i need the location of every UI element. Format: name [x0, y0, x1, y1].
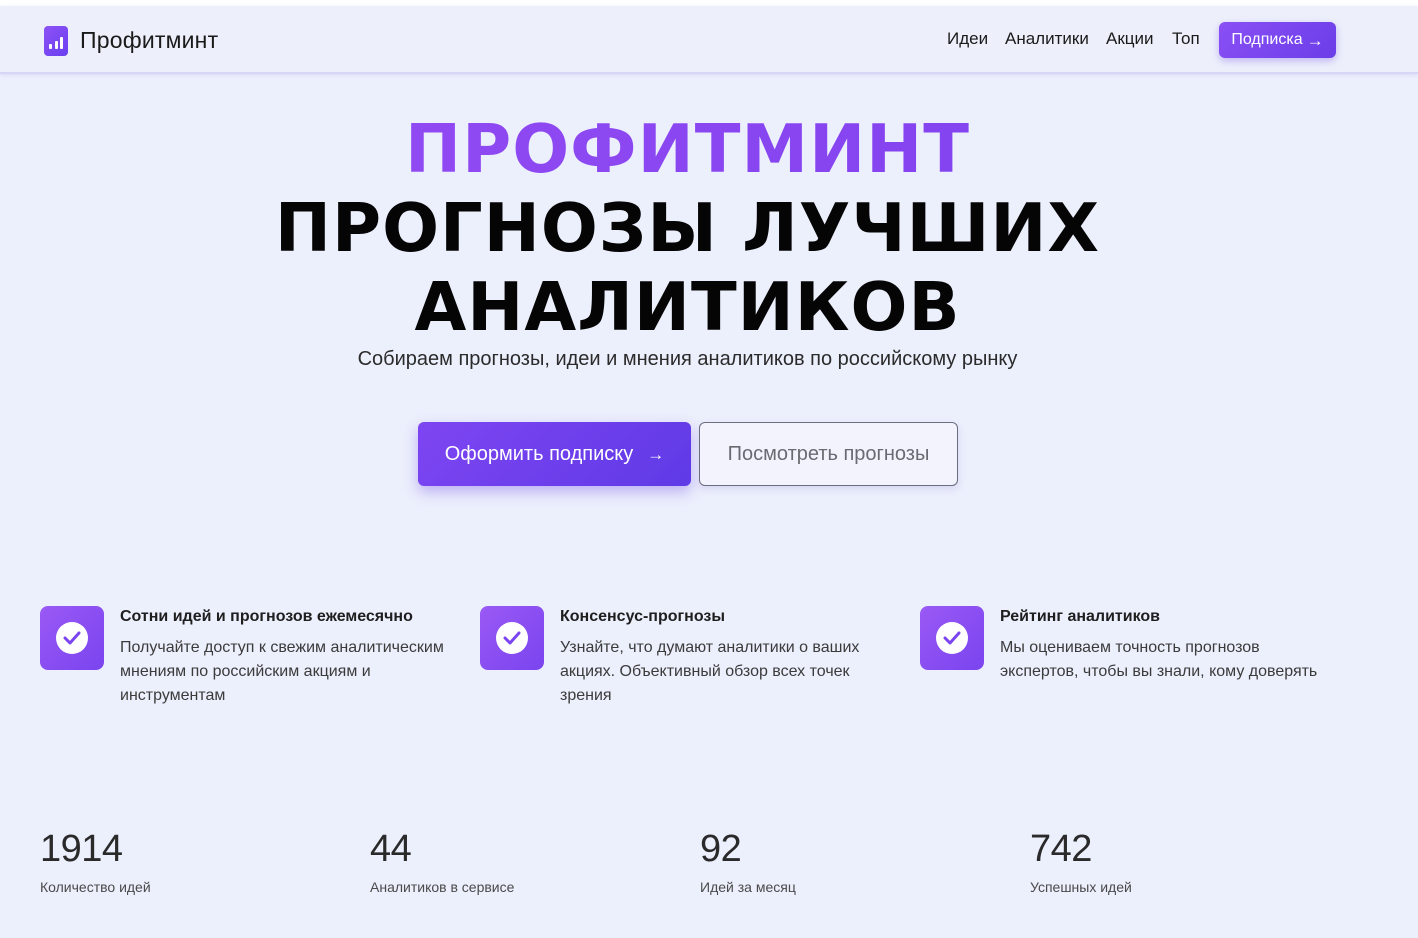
check-circle-icon [920, 606, 984, 670]
subscribe-cta-label: Оформить подписку [444, 442, 634, 465]
check-circle-icon [40, 606, 104, 670]
arrow-right-icon: → [647, 444, 665, 464]
stat-label: Количество идей [40, 879, 151, 895]
subscribe-cta-button[interactable]: Оформить подписку → [418, 422, 691, 486]
nav-link-analysts[interactable]: Аналитики [1005, 29, 1089, 49]
hero-headline-line-2: АНАЛИТИКОВ [414, 268, 961, 346]
subscribe-button-label: Подписка [1231, 31, 1303, 48]
feature-title: Сотни идей и прогнозов ежемесячно [120, 608, 413, 625]
check-mark [503, 631, 521, 645]
hero-headline-line-1: ПРОГНОЗЫ ЛУЧШИХ [274, 189, 1101, 267]
stat-label: Аналитиков в сервисе [370, 879, 515, 895]
logo-bar [60, 37, 63, 49]
check-circle-icon [480, 606, 544, 670]
stat-value: 92 [700, 828, 742, 870]
view-forecasts-button[interactable]: Посмотреть прогнозы [699, 422, 958, 486]
view-forecasts-label: Посмотреть прогнозы [727, 442, 930, 465]
stat-value: 1914 [40, 828, 123, 870]
stat-ideas-count: 1914 Количество идей [40, 828, 151, 895]
stat-successful-ideas: 742 Успешных идей [1030, 828, 1132, 895]
stat-label: Успешных идей [1030, 879, 1132, 895]
feature-description: Получайте доступ к свежим аналитическим … [120, 639, 444, 704]
stat-value: 44 [370, 828, 412, 870]
hero-subtitle: Собираем прогнозы, идеи и мнения аналити… [357, 348, 1018, 370]
nav-link-ideas[interactable]: Идеи [947, 29, 988, 49]
feature-title: Консенсус-прогнозы [560, 608, 726, 625]
page: Профитминт Идеи Аналитики Акции Топ Подп… [0, 6, 1418, 938]
check-mark [943, 631, 961, 645]
arrow-right-icon: → [1306, 30, 1324, 50]
logo-bar [49, 44, 52, 49]
stat-label: Идей за месяц [700, 879, 796, 895]
feature-title: Рейтинг аналитиков [1000, 608, 1160, 625]
logo-chart-icon[interactable] [44, 26, 68, 56]
site-header: Профитминт Идеи Аналитики Акции Топ Подп… [0, 6, 1418, 74]
feature-description: Мы оцениваем точность прогнозов эксперто… [1000, 639, 1318, 680]
logo-bar [54, 41, 58, 49]
subscribe-button[interactable]: Подписка → [1219, 22, 1336, 58]
feature-description: Узнайте, что думают аналитики о ваших ак… [560, 639, 860, 704]
stat-monthly-ideas: 92 Идей за месяц [700, 828, 796, 895]
hero-brand-title: ПРОФИТМИНТ [0, 110, 1375, 188]
stat-value: 742 [1030, 828, 1092, 870]
nav-link-stocks[interactable]: Акции [1106, 29, 1154, 49]
check-mark [63, 631, 81, 645]
nav-link-top[interactable]: Топ [1172, 29, 1200, 49]
brand-name[interactable]: Профитминт [80, 27, 218, 54]
stat-analysts-count: 44 Аналитиков в сервисе [370, 828, 514, 895]
